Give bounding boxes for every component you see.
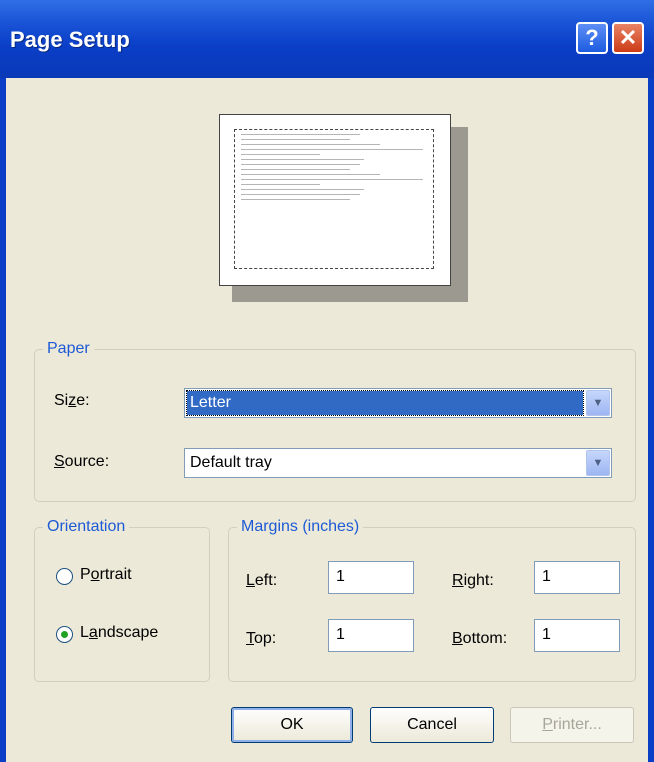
preview-text-line	[241, 149, 424, 150]
size-label: Size:	[54, 392, 90, 409]
page-setup-dialog: Page Setup ? ✕ Paper Size: Letter ▼ Sour…	[0, 0, 654, 762]
preview-text-line	[241, 154, 321, 155]
selected-dot	[61, 631, 68, 638]
chevron-down-icon[interactable]: ▼	[586, 450, 610, 476]
dialog-title: Page Setup	[10, 27, 130, 52]
orientation-group: Orientation	[34, 518, 210, 682]
paper-legend: Paper	[47, 340, 90, 357]
right-margin-input[interactable]: 1	[534, 561, 620, 594]
window-frame-left	[0, 78, 6, 762]
preview-text-line	[241, 159, 364, 160]
source-label: Source:	[54, 453, 110, 470]
preview-margin-area	[234, 129, 434, 269]
preview-text-line	[241, 139, 350, 140]
top-margin-label: Top:	[246, 630, 277, 647]
close-button[interactable]: ✕	[612, 22, 644, 54]
preview-text-line	[241, 189, 364, 190]
source-dropdown[interactable]: Default tray ▼	[184, 448, 612, 478]
ok-button[interactable]: OK	[231, 707, 353, 743]
left-margin-label: Left:	[246, 572, 278, 589]
printer-button[interactable]: Printer...	[510, 707, 634, 743]
close-icon: ✕	[618, 25, 638, 50]
cancel-button[interactable]: Cancel	[370, 707, 494, 743]
preview-text-line	[241, 169, 350, 170]
window-frame-right	[648, 78, 654, 762]
title-bar[interactable]: Page Setup ? ✕	[0, 0, 654, 78]
preview-text-line	[241, 184, 321, 185]
portrait-label[interactable]: Portrait	[80, 566, 132, 584]
size-value: Letter	[186, 390, 584, 416]
bottom-margin-input[interactable]: 1	[534, 619, 620, 652]
preview-text-line	[241, 179, 424, 180]
preview-text-line	[241, 194, 360, 195]
landscape-label[interactable]: Landscape	[80, 624, 158, 642]
margins-group: Margins (inches)	[228, 518, 636, 682]
preview-text-line	[241, 144, 380, 145]
help-button[interactable]: ?	[576, 22, 608, 54]
preview-text-line	[241, 174, 380, 175]
portrait-radio[interactable]	[56, 568, 73, 585]
preview-text-line	[241, 164, 360, 165]
margins-legend: Margins (inches)	[241, 518, 360, 535]
orientation-legend: Orientation	[47, 518, 126, 535]
bottom-margin-label: Bottom:	[452, 630, 508, 647]
left-margin-input[interactable]: 1	[328, 561, 414, 594]
preview-text-line	[241, 134, 360, 135]
top-margin-input[interactable]: 1	[328, 619, 414, 652]
chevron-down-icon[interactable]: ▼	[586, 390, 610, 416]
right-margin-label: Right:	[452, 572, 494, 589]
page-preview	[219, 114, 451, 286]
landscape-radio[interactable]	[56, 626, 73, 643]
preview-text-line	[241, 199, 350, 200]
help-icon: ?	[585, 25, 599, 50]
size-dropdown[interactable]: Letter ▼	[184, 388, 612, 418]
source-value: Default tray	[190, 454, 272, 471]
